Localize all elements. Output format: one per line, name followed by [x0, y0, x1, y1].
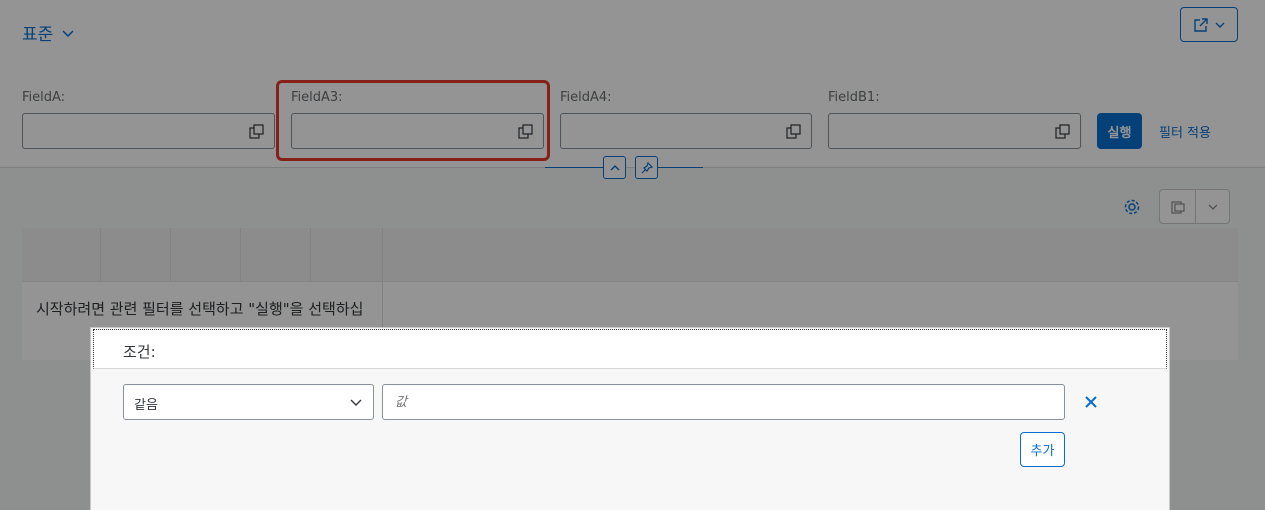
chevron-down-icon: [350, 399, 362, 406]
add-condition-button[interactable]: 추가: [1020, 432, 1065, 467]
dialog-header: 조건:: [93, 329, 1167, 369]
operator-value: 같음: [134, 398, 158, 413]
condition-value-input[interactable]: [382, 384, 1065, 420]
operator-select[interactable]: 같음: [123, 384, 374, 420]
condition-dialog: 조건: 같음 추가: [90, 327, 1170, 510]
dialog-title: 조건:: [123, 343, 156, 361]
remove-condition-button[interactable]: [1081, 392, 1101, 412]
close-icon: [1085, 396, 1097, 408]
